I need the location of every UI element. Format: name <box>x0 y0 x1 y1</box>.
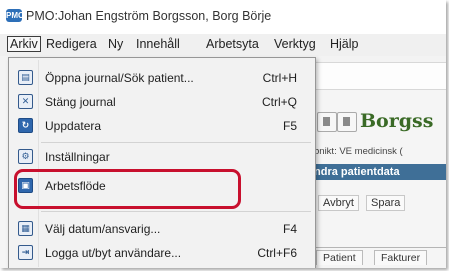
menu-item-label: Arbetsflöde <box>45 179 106 193</box>
application-window: PMO PMO:Johan Engström Borgsson, Borg Bö… <box>0 0 446 268</box>
menu-item-label: Välj datum/ansvarig... <box>45 222 161 236</box>
tab-bar: Patient Fakturer <box>308 247 446 268</box>
menu-item-shortcut: Ctrl+F6 <box>257 246 297 260</box>
patient-info-button[interactable] <box>337 112 357 132</box>
clinic-info: bnikt: VE medicinsk ( <box>314 146 403 157</box>
refresh-icon: ↻ <box>18 118 33 133</box>
menu-item-refresh[interactable]: ↻ Uppdatera F5 <box>9 114 315 138</box>
menu-item-shortcut: Ctrl+H <box>262 71 297 85</box>
menu-item-workflow[interactable]: ▣ Arbetsflöde <box>9 174 315 198</box>
toolbar <box>310 62 446 90</box>
menu-item-open-journal[interactable]: ▤ Öppna journal/Sök patient... Ctrl+H <box>9 66 315 90</box>
app-logo-icon: PMO <box>6 9 25 22</box>
menu-item-label: Stäng journal <box>45 95 116 109</box>
menu-hjalp[interactable]: Hjälp <box>330 37 359 51</box>
menu-item-label: Uppdatera <box>45 119 102 133</box>
menu-item-shortcut: F5 <box>282 119 297 133</box>
tab-fakturer[interactable]: Fakturer <box>374 250 428 265</box>
menu-separator <box>41 211 311 212</box>
tab-patient[interactable]: Patient <box>316 250 363 265</box>
action-bar: Avbryt Spara <box>308 192 446 214</box>
window-title: PMO:Johan Engström Borgsson, Borg Börje <box>26 9 272 23</box>
menu-redigera[interactable]: Redigera <box>46 37 97 51</box>
menu-item-label: Logga ut/byt användare... <box>45 246 182 260</box>
menu-bar: Arkiv Redigera Ny Innehåll Arbetsyta Ver… <box>0 34 446 56</box>
edit-patient-data-banner: ndra patientdata <box>308 164 446 180</box>
patient-toolbar-button[interactable] <box>317 112 337 132</box>
menu-innehall[interactable]: Innehåll <box>136 37 180 51</box>
save-button[interactable]: Spara <box>366 195 406 211</box>
menu-item-logout[interactable]: ⇥ Logga ut/byt användare... Ctrl+F6 <box>9 241 315 265</box>
menu-verktyg[interactable]: Verktyg <box>274 37 316 51</box>
open-journal-icon: ▤ <box>18 70 33 85</box>
logout-icon: ⇥ <box>18 245 33 260</box>
settings-icon: ⚙ <box>18 149 33 164</box>
menu-item-label: Öppna journal/Sök patient... <box>45 71 194 85</box>
title-bar: PMO PMO:Johan Engström Borgsson, Borg Bö… <box>0 0 446 34</box>
menu-item-label: Inställningar <box>45 150 110 164</box>
calendar-icon: ▦ <box>18 221 33 236</box>
cancel-button[interactable]: Avbryt <box>318 195 359 211</box>
patient-name: Borgss <box>360 110 434 132</box>
close-journal-icon: ✕ <box>18 94 33 109</box>
menu-item-select-date[interactable]: ▦ Välj datum/ansvarig... F4 <box>9 217 315 241</box>
menu-separator <box>41 142 311 143</box>
menu-item-close-journal[interactable]: ✕ Stäng journal Ctrl+Q <box>9 90 315 114</box>
menu-item-shortcut: Ctrl+Q <box>261 95 297 109</box>
menu-ny[interactable]: Ny <box>108 37 123 51</box>
menu-arkiv[interactable]: Arkiv <box>7 36 41 52</box>
arkiv-dropdown-menu: ▤ Öppna journal/Sök patient... Ctrl+H ✕ … <box>8 57 316 268</box>
workflow-icon: ▣ <box>18 178 33 193</box>
menu-item-shortcut: F4 <box>282 222 297 236</box>
menu-item-settings[interactable]: ⚙ Inställningar <box>9 146 315 168</box>
menu-arbetsyta[interactable]: Arbetsyta <box>206 37 259 51</box>
